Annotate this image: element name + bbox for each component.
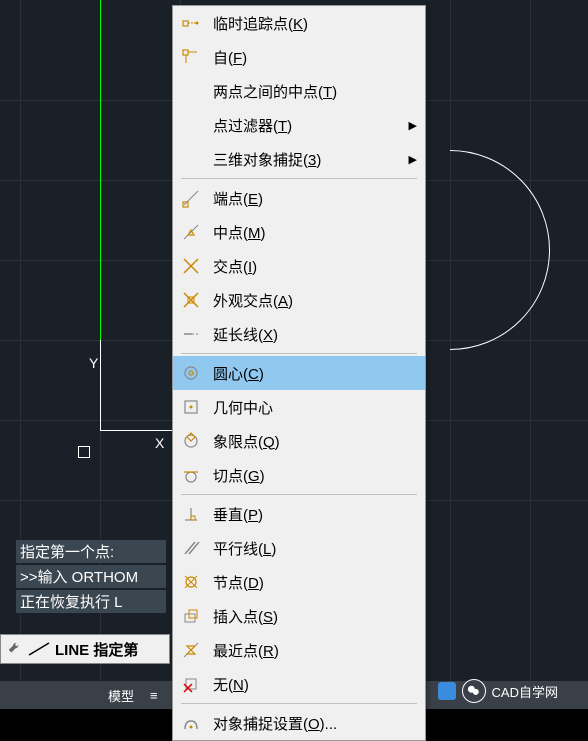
- x-axis-label: X: [155, 435, 164, 451]
- menu-item-label: 无(N): [213, 674, 417, 695]
- insert-icon: [177, 602, 205, 630]
- submenu-arrow-icon: ▶: [409, 153, 417, 166]
- submenu-arrow-icon: ▶: [409, 119, 417, 132]
- 3d-osnap-icon: [177, 145, 205, 173]
- menu-item-label: 垂直(P): [213, 504, 417, 525]
- menu-item-extension[interactable]: 延长线(X): [173, 317, 425, 351]
- menu-item-center[interactable]: 圆心(C): [173, 356, 425, 390]
- perp-icon: [177, 500, 205, 528]
- nearest-icon: [177, 636, 205, 664]
- ucs-y-indicator: [100, 340, 101, 430]
- cmd-history-line: >>输入 ORTHOM: [16, 565, 166, 588]
- menu-item-label: 临时追踪点(K): [213, 13, 417, 34]
- menu-item-node[interactable]: 节点(D): [173, 565, 425, 599]
- menu-item-insert[interactable]: 插入点(S): [173, 599, 425, 633]
- command-input-text: LINE 指定第: [55, 639, 138, 660]
- menu-separator: [181, 353, 417, 354]
- cmd-history-line: 指定第一个点:: [16, 540, 166, 563]
- cmd-history-line: 正在恢复执行 L: [16, 590, 166, 613]
- menu-item-label: 对象捕捉设置(O)...: [213, 713, 417, 734]
- model-tab[interactable]: 模型: [100, 686, 142, 705]
- quadrant-icon: [177, 427, 205, 455]
- menu-item-tangent[interactable]: 切点(G): [173, 458, 425, 492]
- wechat-icon[interactable]: [462, 679, 486, 703]
- menu-item-point-filters[interactable]: 点过滤器(T)▶: [173, 108, 425, 142]
- menu-item-label: 自(F): [213, 47, 417, 68]
- menu-item-label: 圆心(C): [213, 363, 417, 384]
- menu-item-label: 外观交点(A): [213, 290, 417, 311]
- osnap-context-menu: 临时追踪点(K)自(F)两点之间的中点(T)点过滤器(T)▶三维对象捕捉(3)▶…: [172, 5, 426, 741]
- layout-icon[interactable]: ≡: [142, 688, 166, 703]
- menu-item-intersection[interactable]: 交点(I): [173, 249, 425, 283]
- menu-item-endpoint[interactable]: 端点(E): [173, 181, 425, 215]
- menu-item-perpendicular[interactable]: 垂直(P): [173, 497, 425, 531]
- mid-between-icon: [177, 77, 205, 105]
- menu-item-nearest[interactable]: 最近点(R): [173, 633, 425, 667]
- floating-toolbar: CAD自学网: [438, 679, 558, 703]
- y-axis-label: Y: [89, 355, 98, 371]
- none-icon: [177, 670, 205, 698]
- ucs-x-indicator: [100, 430, 180, 431]
- menu-separator: [181, 178, 417, 179]
- tangent-icon: [177, 461, 205, 489]
- menu-item-label: 端点(E): [213, 188, 417, 209]
- menu-item-quadrant[interactable]: 象限点(Q): [173, 424, 425, 458]
- grid-line: [450, 0, 451, 709]
- menu-item-label: 两点之间的中点(T): [213, 81, 417, 102]
- menu-item-mid-between[interactable]: 两点之间的中点(T): [173, 74, 425, 108]
- menu-separator: [181, 494, 417, 495]
- line-command-icon: [27, 641, 51, 657]
- center-icon: [177, 359, 205, 387]
- menu-item-label: 插入点(S): [213, 606, 417, 627]
- settings-icon: [177, 709, 205, 737]
- menu-item-temp-track[interactable]: 临时追踪点(K): [173, 6, 425, 40]
- menu-item-3d-osnap[interactable]: 三维对象捕捉(3)▶: [173, 142, 425, 176]
- apparent-icon: [177, 286, 205, 314]
- from-icon: [177, 43, 205, 71]
- menu-item-label: 中点(M): [213, 222, 417, 243]
- menu-item-apparent-int[interactable]: 外观交点(A): [173, 283, 425, 317]
- menu-item-label: 最近点(R): [213, 640, 417, 661]
- parallel-icon: [177, 534, 205, 562]
- menu-item-geo-center[interactable]: 几何中心: [173, 390, 425, 424]
- float-label: CAD自学网: [492, 682, 558, 701]
- command-history: 指定第一个点: >>输入 ORTHOM 正在恢复执行 L: [16, 540, 166, 615]
- node-icon: [177, 568, 205, 596]
- share-icon[interactable]: [438, 682, 456, 700]
- menu-separator: [181, 703, 417, 704]
- menu-item-label: 切点(G): [213, 465, 417, 486]
- menu-item-label: 几何中心: [213, 397, 417, 418]
- menu-item-midpoint[interactable]: 中点(M): [173, 215, 425, 249]
- extension-icon: [177, 320, 205, 348]
- grid-line: [530, 0, 531, 709]
- menu-item-from[interactable]: 自(F): [173, 40, 425, 74]
- command-input-bar[interactable]: LINE 指定第: [0, 634, 170, 664]
- point-filters-icon: [177, 111, 205, 139]
- menu-item-label: 平行线(L): [213, 538, 417, 559]
- intersection-icon: [177, 252, 205, 280]
- menu-item-label: 交点(I): [213, 256, 417, 277]
- ucs-origin-icon: [78, 446, 90, 458]
- customize-icon[interactable]: [7, 642, 21, 656]
- temp-track-icon: [177, 9, 205, 37]
- menu-item-osnap-settings[interactable]: 对象捕捉设置(O)...: [173, 706, 425, 740]
- menu-item-label: 点过滤器(T): [213, 115, 409, 136]
- menu-item-label: 延长线(X): [213, 324, 417, 345]
- menu-item-label: 象限点(Q): [213, 431, 417, 452]
- geocenter-icon: [177, 393, 205, 421]
- menu-item-parallel[interactable]: 平行线(L): [173, 531, 425, 565]
- menu-item-none[interactable]: 无(N): [173, 667, 425, 701]
- menu-item-label: 三维对象捕捉(3): [213, 149, 409, 170]
- midpoint-icon: [177, 218, 205, 246]
- menu-item-label: 节点(D): [213, 572, 417, 593]
- endpoint-icon: [177, 184, 205, 212]
